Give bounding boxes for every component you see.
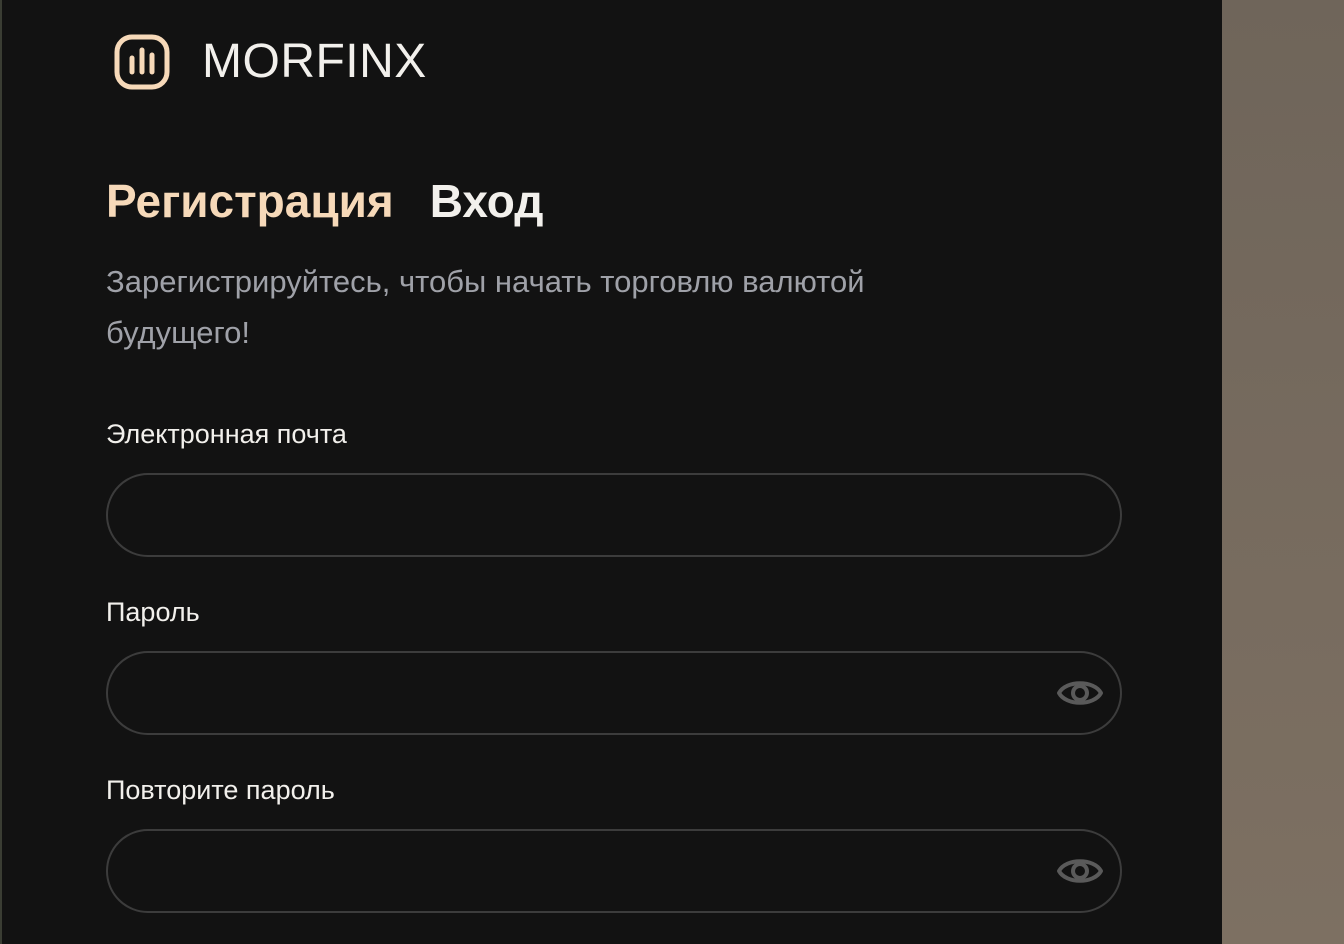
repeat-password-field[interactable] bbox=[136, 831, 1040, 913]
auth-tabs: Регистрация Вход bbox=[106, 176, 544, 227]
password-field-container bbox=[106, 651, 1122, 735]
password-label: Пароль bbox=[106, 597, 200, 627]
repeat-password-label: Повторите пароль bbox=[106, 775, 335, 805]
tab-login[interactable]: Вход bbox=[430, 176, 544, 227]
email-label: Электронная почта bbox=[106, 419, 347, 449]
email-field[interactable] bbox=[136, 475, 1040, 557]
tab-registration[interactable]: Регистрация bbox=[106, 176, 394, 227]
eye-icon[interactable] bbox=[1056, 851, 1104, 891]
bar-chart-logo-icon bbox=[114, 34, 170, 90]
repeat-password-field-container bbox=[106, 829, 1122, 913]
password-field[interactable] bbox=[136, 653, 1040, 735]
eye-icon[interactable] bbox=[1056, 673, 1104, 713]
brand: MORFINX bbox=[114, 34, 427, 90]
email-field-container bbox=[106, 473, 1122, 557]
page-subtitle: Зарегистрируйтесь, чтобы начать торговлю… bbox=[106, 264, 865, 350]
auth-panel: MORFINX Регистрация Вход Зарегистрируйте… bbox=[0, 0, 1222, 944]
brand-name: MORFINX bbox=[202, 35, 427, 88]
